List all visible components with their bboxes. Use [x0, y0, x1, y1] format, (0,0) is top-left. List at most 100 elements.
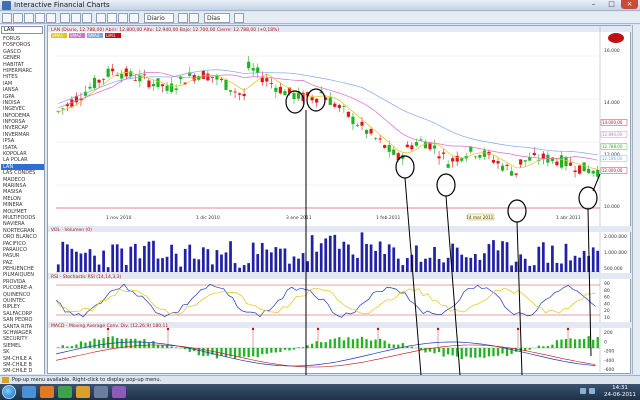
date-axis-label: 1 dic 2010	[196, 215, 220, 221]
candle-body	[224, 79, 228, 90]
chart-canvas[interactable]: LAN (Diario, 12.788,00) Abrir: 12.800,00…	[48, 26, 632, 376]
candle-body	[519, 159, 523, 165]
macd-histogram-bar	[460, 348, 463, 360]
candle-body	[269, 83, 273, 84]
candle-icon[interactable]	[60, 13, 70, 23]
macd-histogram-bar	[152, 341, 155, 348]
sma-fast-line	[58, 72, 598, 170]
macd-histogram-bar	[233, 348, 237, 359]
volume-bar	[283, 248, 287, 272]
candle-body	[500, 165, 505, 171]
macd-histogram-bar	[510, 348, 513, 354]
volume-bar	[260, 243, 264, 272]
macd-signal-dot	[251, 327, 255, 331]
volume-bar	[256, 254, 260, 272]
volume-bar	[328, 235, 332, 272]
maximize-button[interactable]: □	[603, 0, 620, 9]
start-button[interactable]	[2, 385, 16, 399]
open-icon[interactable]	[2, 13, 12, 23]
clock[interactable]: 14:31 24-06-2011	[604, 385, 636, 399]
candle-body	[360, 121, 364, 126]
taskbar-explorer-icon[interactable]	[22, 386, 36, 398]
symbol-search-input[interactable]: LAN	[1, 26, 43, 34]
macd-histogram-bar	[66, 346, 69, 348]
macd-histogram-bar	[356, 338, 359, 348]
volume-bar	[360, 232, 364, 272]
volume-bar	[505, 242, 509, 272]
macd-histogram-bar	[102, 338, 105, 348]
macd-signal-dot	[316, 327, 320, 331]
price-axis-label: 10.000	[604, 204, 620, 210]
zoom-in-icon[interactable]	[35, 13, 45, 23]
volume-bar	[211, 264, 214, 272]
minimize-button[interactable]: –	[585, 0, 602, 9]
volume-bar	[279, 248, 282, 272]
volume-bar	[532, 265, 536, 272]
price-axis-label: 14.000	[604, 100, 620, 106]
volume-bar	[297, 258, 300, 272]
candle-body	[428, 142, 432, 150]
fibonacci-icon[interactable]	[129, 13, 139, 23]
bar-icon[interactable]	[71, 13, 81, 23]
line-icon[interactable]	[82, 13, 92, 23]
tray-volume-icon[interactable]	[589, 388, 595, 394]
zoom-combo[interactable]: Días	[204, 13, 230, 23]
rsi-axis-label: 40	[604, 301, 610, 307]
volume-bar	[564, 243, 568, 272]
text-tool-icon[interactable]	[118, 13, 128, 23]
taskbar-app-icon[interactable]	[94, 386, 108, 398]
zoom-out-icon[interactable]	[46, 13, 56, 23]
volume-bar	[84, 252, 87, 272]
symbol-list[interactable]: FORUS FOSFOROS GASCO GENER HABITAT HIPERMARC H…	[1, 36, 44, 387]
taskbar-chart-app-icon[interactable]	[112, 386, 126, 398]
volume-bar	[238, 267, 241, 272]
volume-bar	[478, 259, 482, 272]
candle-body	[283, 91, 287, 96]
volume-bar	[206, 249, 210, 272]
candle-body	[437, 156, 441, 159]
close-button[interactable]: ×	[621, 0, 638, 9]
candle-body	[432, 145, 437, 149]
legend-label: LIM1	[106, 33, 116, 38]
candle-body	[550, 157, 554, 162]
macd-histogram-bar	[424, 348, 427, 353]
status-text: Pop-up menu available. Right-click to di…	[12, 377, 162, 383]
print-icon[interactable]	[24, 13, 34, 23]
candle-body	[106, 68, 110, 77]
macd-histogram-bar	[338, 337, 341, 348]
candle-body	[265, 78, 269, 82]
save-icon[interactable]	[13, 13, 23, 23]
settings-icon[interactable]	[189, 13, 199, 23]
refresh-icon[interactable]	[234, 13, 244, 23]
volume-bar	[483, 253, 486, 272]
macd-axis-label: 0	[604, 339, 607, 345]
legend-label: SMA3	[88, 33, 100, 38]
crosshair-icon[interactable]	[96, 13, 106, 23]
vertical-scrollbar[interactable]	[632, 25, 640, 374]
volume-bar	[387, 244, 391, 272]
date-axis-label: 3 ene 2011	[286, 215, 312, 221]
chart-area[interactable]: LAN (Diario, 12.788,00) Abrir: 12.800,00…	[47, 25, 632, 376]
trendline-icon[interactable]	[107, 13, 117, 23]
taskbar-excel-icon[interactable]	[58, 386, 72, 398]
volume-bar	[179, 266, 183, 272]
candle-body	[165, 85, 169, 91]
candle-body	[156, 78, 160, 87]
volume-bar	[546, 262, 550, 272]
macd-signal-dot	[516, 327, 520, 331]
taskbar-folder-icon[interactable]	[76, 386, 90, 398]
candle-body	[423, 142, 428, 149]
price-tag-label: 14.000,00	[602, 120, 623, 125]
annotation-circle	[578, 186, 598, 210]
macd-histogram-bar	[206, 348, 209, 356]
volume-bar	[161, 258, 164, 272]
candle-body	[374, 137, 378, 139]
tray-network-icon[interactable]	[580, 388, 586, 394]
volume-bar	[365, 243, 368, 272]
macd-histogram-bar	[175, 347, 178, 348]
period-combo[interactable]: Diario	[144, 13, 174, 23]
taskbar-firefox-icon[interactable]	[40, 386, 54, 398]
clock-time: 14:31	[612, 385, 628, 391]
macd-histogram-bar	[75, 344, 78, 348]
indicator-icon[interactable]	[178, 13, 188, 23]
